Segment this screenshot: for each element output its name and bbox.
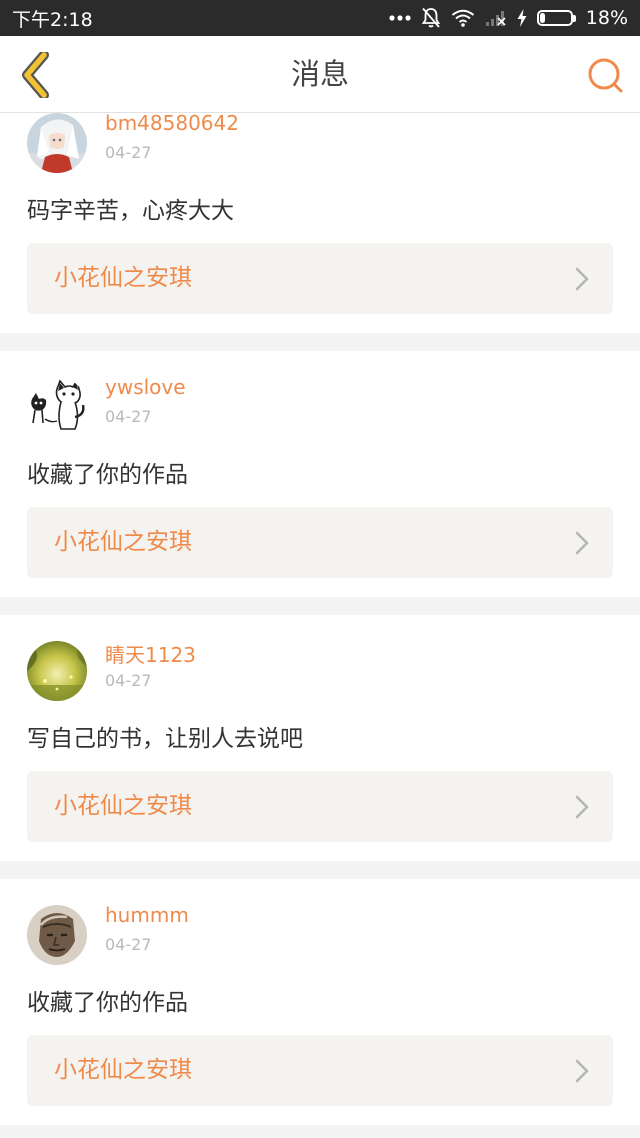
message-date: 04-27 bbox=[105, 407, 152, 426]
battery-percent: 18% bbox=[585, 7, 628, 29]
message-card: bm48580642 04-27 码字辛苦，心疼大大 小花仙之安琪 bbox=[0, 113, 640, 333]
battery-icon bbox=[536, 10, 576, 26]
message-date: 04-27 bbox=[105, 935, 152, 954]
search-icon bbox=[588, 58, 623, 93]
book-link[interactable]: 小花仙之安琪 bbox=[27, 1035, 613, 1106]
landscape-avatar-icon bbox=[27, 641, 87, 701]
message-text: 码字辛苦，心疼大大 bbox=[27, 198, 234, 224]
portrait-avatar-icon bbox=[27, 905, 87, 965]
status-icons: 18% bbox=[389, 7, 628, 29]
avatar[interactable] bbox=[27, 113, 87, 173]
anime-avatar-icon bbox=[27, 113, 87, 173]
book-title: 小花仙之安琪 bbox=[54, 1057, 192, 1083]
message-text: 写自己的书，让别人去说吧 bbox=[27, 726, 303, 752]
message-date: 04-27 bbox=[105, 671, 152, 690]
message-list[interactable]: bm48580642 04-27 码字辛苦，心疼大大 小花仙之安琪 ywslov… bbox=[0, 113, 640, 1138]
signal-off-icon bbox=[485, 9, 507, 27]
status-time: 下午2:18 bbox=[12, 8, 93, 31]
cartoon-cats-avatar-icon bbox=[27, 377, 87, 437]
book-link[interactable]: 小花仙之安琪 bbox=[27, 507, 613, 578]
more-dots-icon bbox=[389, 14, 411, 22]
message-text: 收藏了你的作品 bbox=[27, 990, 188, 1016]
message-date: 04-27 bbox=[105, 143, 152, 162]
chevron-right-icon bbox=[575, 1059, 589, 1083]
message-card: 睛天1123 04-27 写自己的书，让别人去说吧 小花仙之安琪 bbox=[0, 615, 640, 861]
avatar[interactable] bbox=[27, 377, 87, 437]
chevron-right-icon bbox=[575, 531, 589, 555]
message-card: ywslove 04-27 收藏了你的作品 小花仙之安琪 bbox=[0, 351, 640, 597]
book-link[interactable]: 小花仙之安琪 bbox=[27, 243, 613, 314]
username[interactable]: ywslove bbox=[105, 375, 186, 399]
book-link[interactable]: 小花仙之安琪 bbox=[27, 771, 613, 842]
username[interactable]: bm48580642 bbox=[105, 113, 239, 135]
wifi-icon bbox=[451, 9, 475, 27]
avatar[interactable] bbox=[27, 905, 87, 965]
page-title: 消息 bbox=[290, 57, 349, 91]
status-bar: 下午2:18 18% bbox=[0, 0, 640, 36]
chevron-left-icon bbox=[22, 52, 49, 98]
username[interactable]: hummm bbox=[105, 903, 189, 927]
message-card: hummm 04-27 收藏了你的作品 小花仙之安琪 bbox=[0, 879, 640, 1125]
book-title: 小花仙之安琪 bbox=[54, 529, 192, 555]
avatar[interactable] bbox=[27, 641, 87, 701]
username[interactable]: 睛天1123 bbox=[105, 639, 196, 668]
book-title: 小花仙之安琪 bbox=[54, 793, 192, 819]
search-button[interactable] bbox=[582, 52, 628, 98]
book-title: 小花仙之安琪 bbox=[54, 265, 192, 291]
charging-icon bbox=[517, 9, 527, 27]
nav-header: 消息 bbox=[0, 36, 640, 113]
mute-bell-icon bbox=[421, 7, 441, 29]
chevron-right-icon bbox=[575, 267, 589, 291]
message-text: 收藏了你的作品 bbox=[27, 462, 188, 488]
back-button[interactable] bbox=[14, 50, 58, 100]
chevron-right-icon bbox=[575, 795, 589, 819]
